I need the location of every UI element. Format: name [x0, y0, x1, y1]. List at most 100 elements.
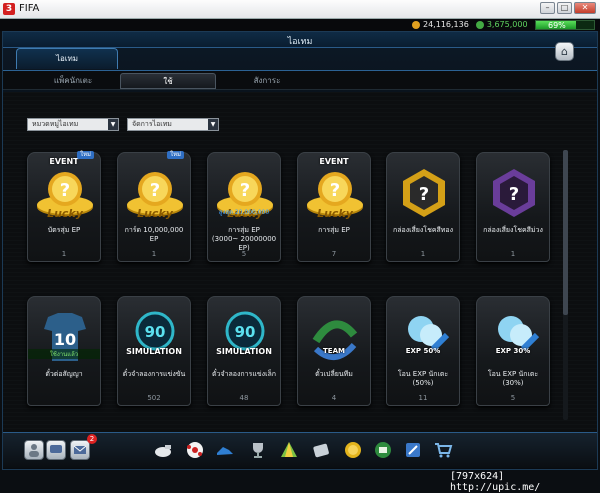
category-dropdown-value: หมวดหมู่ไอเทม [32, 120, 79, 128]
item-label: การ์ด 10,000,000 EP [124, 226, 184, 243]
close-button[interactable]: ✕ [574, 2, 596, 14]
svg-text:?: ? [240, 180, 250, 201]
mail-count-badge: 2 [87, 434, 97, 444]
item-label: ตั๋วจำลองการแข่งเล็ก [212, 370, 276, 378]
item-label: โอน EXP นักเตะ (50%) [397, 370, 449, 387]
scrollbar-thumb[interactable] [563, 150, 568, 315]
mail-button[interactable] [70, 440, 90, 460]
svg-text:?: ? [509, 184, 519, 205]
item-label: กล่องเสี่ยงโชคสีทอง [392, 226, 454, 234]
gold-medal-icon[interactable] [342, 439, 364, 461]
item-card[interactable]: ? Lucky สูงสุด 20,000,000 การสุ่ม EP (3000~… [207, 152, 281, 262]
item-label: กล่องเสี่ยงโชคสีม่วง [483, 226, 543, 234]
item-label: ตั๋วจำลองการแข่งขัน [122, 370, 186, 378]
item-card[interactable]: EXP 50% โอน EXP นักเตะ (50%) 11 [386, 296, 460, 406]
tab-items[interactable]: ไอเทม [16, 48, 118, 69]
svg-text:Lucky: Lucky [317, 207, 354, 220]
item-count: 11 [418, 394, 428, 402]
item-subtext: ใช้งานแล้ว [28, 349, 100, 359]
svg-text:90: 90 [235, 323, 256, 341]
item-tag: EVENT [319, 157, 349, 166]
coin-icon [412, 20, 420, 29]
cards-icon[interactable] [310, 439, 332, 461]
lucky-coin-icon: ? Lucky [124, 161, 186, 225]
trophy-icon[interactable] [247, 439, 269, 461]
item-tag: EXP 50% [405, 347, 441, 355]
item-count: 4 [331, 394, 337, 402]
lucky-coin-event-icon: ? Lucky [304, 161, 366, 225]
currency-readout: 24,116,136 3,675,000 [412, 20, 528, 29]
window-titlebar [0, 0, 600, 19]
cash-value: 3,675,000 [486, 20, 528, 29]
item-count: 1 [61, 250, 67, 258]
progress-percent: 69% [548, 21, 566, 30]
mail-icon [73, 445, 87, 454]
item-subtext: สูงสุด 20,000,000 [218, 209, 270, 216]
item-label: ตั๋วเปลี่ยนทีม [315, 370, 353, 378]
svg-text:?: ? [419, 184, 429, 205]
item-label: ตั๋วต่อสัญญา [45, 370, 83, 378]
item-count: 1 [151, 250, 157, 258]
item-card[interactable]: EXP 30% โอน EXP นักเตะ (30%) 5 [476, 296, 550, 406]
football-icon[interactable] [184, 439, 206, 461]
app-title: FIFA [19, 3, 40, 14]
profile-button[interactable] [24, 440, 44, 460]
chat-icon [50, 445, 62, 453]
purple-mystery-box-icon: ? [483, 161, 545, 225]
item-card[interactable]: ? กล่องเสี่ยงโชคสีม่วง 1 [476, 152, 550, 262]
item-tag: SIMULATION [216, 347, 272, 356]
whistle-icon[interactable] [152, 439, 174, 461]
item-tag: TEAM [323, 347, 345, 355]
jersey-shop-icon[interactable] [402, 439, 424, 461]
item-card[interactable]: ? Lucky EVENT การสุ่ม EP 7 [297, 152, 371, 262]
maximize-button[interactable]: □ [557, 2, 572, 14]
svg-text:10: 10 [54, 330, 76, 349]
simulation-icon: 90 [214, 305, 276, 369]
exp-transfer-icon [483, 305, 545, 369]
chevron-down-icon: ▼ [208, 119, 218, 130]
item-count: 48 [239, 394, 249, 402]
simulation-icon: 90 [124, 305, 186, 369]
item-card[interactable]: ? Lucky EVENT ใหม่ บัตรสุ่ม EP 1 [27, 151, 101, 262]
cash-icon [475, 20, 484, 29]
item-label: การสุ่ม EP (3000~ 20000000 EP) [211, 226, 277, 252]
item-card[interactable]: ? Lucky ใหม่ การ์ด 10,000,000 EP 1 [117, 151, 191, 262]
item-tag: SIMULATION [126, 347, 182, 356]
window-controls: – □ ✕ [540, 2, 596, 14]
subtab-other[interactable]: สังการะ [222, 73, 312, 89]
stadium-icon[interactable] [372, 439, 394, 461]
item-count: 7 [331, 250, 337, 258]
app-logo-icon: 3 [3, 3, 15, 15]
item-tag: EXP 30% [495, 347, 531, 355]
boots-icon[interactable] [214, 439, 236, 461]
home-button[interactable]: ⌂ [555, 42, 574, 61]
category-dropdown[interactable]: หมวดหมู่ไอเทม ▼ [27, 118, 119, 131]
item-label: โอน EXP นักเตะ (30%) [487, 370, 539, 387]
person-icon [29, 444, 39, 457]
item-count: 5 [510, 394, 516, 402]
item-card[interactable]: ? กล่องเสี่ยงโชคสีทอง 1 [386, 152, 460, 262]
new-badge: ใหม่ [77, 151, 94, 159]
subtab-player-pack[interactable]: แพ็คนักเตะ [30, 73, 116, 89]
item-card[interactable]: 90 SIMULATION ตั๋วจำลองการแข่งเล็ก 48 [207, 296, 281, 406]
pyramid-icon[interactable] [278, 439, 300, 461]
manage-dropdown[interactable]: จัดการไอเทม ▼ [127, 118, 219, 131]
item-card[interactable]: TEAM ตั๋วเปลี่ยนทีม 4 [297, 296, 371, 406]
manage-dropdown-value: จัดการไอเทม [132, 120, 172, 128]
svg-text:90: 90 [145, 323, 166, 341]
subtab-use[interactable]: ใช้ [120, 73, 216, 89]
item-card[interactable]: 90 SIMULATION ตั๋วจำลองการแข่งขัน 502 [117, 296, 191, 406]
svg-text:Lucky: Lucky [137, 207, 174, 220]
item-card[interactable]: 10 ใช้งานแล้วตั๋วต่อสัญญา [27, 296, 101, 406]
shopping-cart-icon[interactable] [432, 439, 454, 461]
minimize-button[interactable]: – [540, 2, 555, 14]
jersey-icon: 10 [34, 305, 96, 369]
svg-text:Lucky: Lucky [47, 207, 84, 220]
svg-text:?: ? [150, 180, 160, 201]
chat-button[interactable] [46, 440, 66, 460]
svg-text:?: ? [330, 180, 340, 201]
window-title: ไอเทม [287, 37, 313, 47]
item-count: 1 [420, 250, 426, 258]
watermark-text: [797x624] http://upic.me/ [450, 471, 541, 493]
item-count: 5 [241, 250, 247, 258]
